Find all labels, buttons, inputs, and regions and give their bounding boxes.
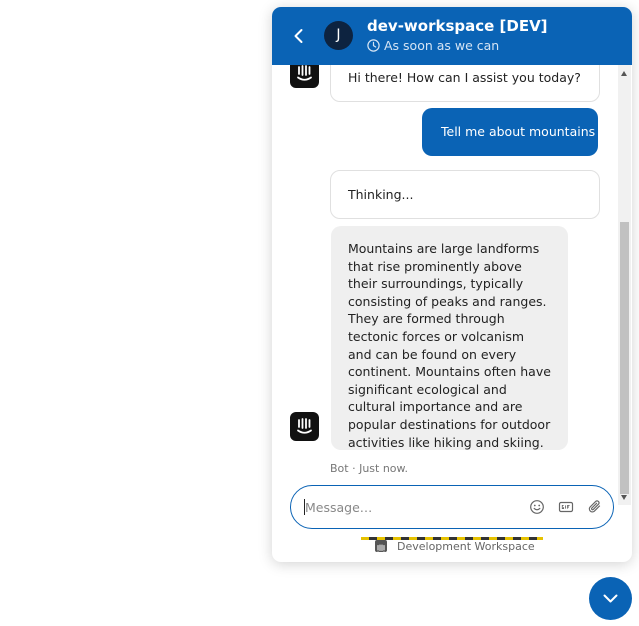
bot-avatar — [290, 412, 319, 441]
clock-icon — [367, 39, 380, 52]
brand-footer: Development Workspace — [361, 537, 543, 554]
message-text: Tell me about mountains — [441, 124, 596, 139]
messenger-launcher-button[interactable] — [589, 577, 632, 620]
emoji-icon[interactable] — [529, 499, 545, 515]
scrollbar[interactable] — [618, 65, 631, 505]
brand-logo-icon — [375, 540, 387, 554]
message-list[interactable]: Hi there! How can I assist you today? Te… — [272, 65, 618, 480]
response-time-text: As soon as we can — [384, 38, 500, 53]
brand-text[interactable]: Development Workspace — [397, 540, 535, 553]
message-bubble-user: Tell me about mountains — [422, 108, 598, 156]
scroll-down-arrow-icon[interactable] — [621, 495, 627, 500]
gif-icon[interactable] — [558, 499, 574, 515]
chat-widget: J dev-workspace [DEV] As soon as we can … — [272, 7, 632, 562]
scroll-up-arrow-icon[interactable] — [621, 71, 627, 76]
back-arrow-icon[interactable] — [288, 25, 310, 47]
scroll-thumb[interactable] — [620, 222, 629, 494]
workspace-title: dev-workspace [DEV] — [367, 17, 548, 35]
message-text: Mountains are large landforms that rise … — [348, 241, 551, 450]
message-bubble-bot: Hi there! How can I assist you today? — [330, 65, 600, 102]
response-time: As soon as we can — [367, 38, 499, 53]
chevron-down-icon — [603, 594, 618, 603]
message-composer — [290, 485, 614, 529]
bot-logo-icon — [297, 65, 312, 81]
bot-logo-icon — [297, 418, 312, 434]
chat-header: J dev-workspace [DEV] As soon as we can — [272, 7, 632, 65]
attachment-icon[interactable] — [587, 499, 603, 515]
message-bubble-bot: Thinking... — [330, 170, 600, 219]
message-bubble-bot: Mountains are large landforms that rise … — [331, 226, 568, 450]
message-input[interactable] — [305, 497, 515, 517]
message-text: Hi there! How can I assist you today? — [348, 70, 581, 85]
message-text: Thinking... — [348, 187, 414, 202]
bot-avatar — [290, 65, 319, 88]
agent-avatar: J — [324, 21, 353, 50]
message-meta: Bot · Just now. — [330, 462, 409, 475]
